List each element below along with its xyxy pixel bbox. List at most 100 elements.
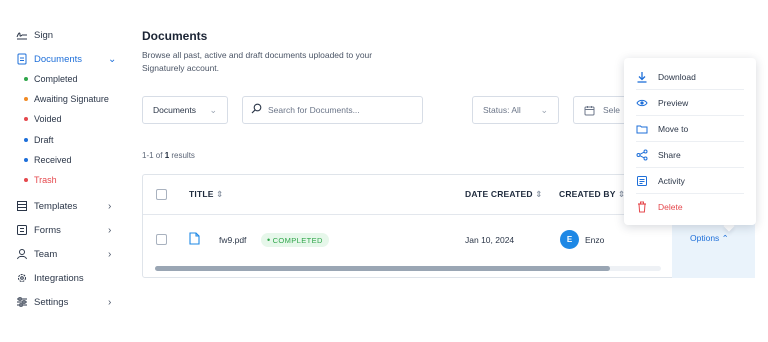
signature-icon bbox=[16, 29, 28, 41]
menu-item-delete[interactable]: Delete bbox=[636, 194, 744, 220]
options-label: Options bbox=[690, 233, 720, 243]
sidebar-subitem-label: Trash bbox=[34, 175, 57, 185]
menu-item-share[interactable]: Share bbox=[636, 142, 744, 168]
status-dot: • bbox=[267, 235, 271, 245]
status-dot bbox=[24, 138, 28, 142]
avatar: E bbox=[560, 230, 579, 249]
sidebar-item-label: Integrations bbox=[34, 272, 84, 284]
status-label: COMPLETED bbox=[272, 235, 323, 245]
chevron-right-icon: › bbox=[108, 224, 112, 236]
menu-item-label: Preview bbox=[658, 97, 689, 108]
sort-icon: ⇕ bbox=[216, 189, 224, 199]
sidebar-item-sign[interactable]: Sign bbox=[16, 25, 53, 45]
status-dot bbox=[24, 97, 28, 101]
form-icon bbox=[16, 224, 28, 236]
sidebar-item-team[interactable]: Team › bbox=[16, 244, 111, 264]
sidebar-item-label: Team bbox=[34, 248, 58, 260]
download-icon bbox=[636, 71, 648, 83]
column-header-created-by[interactable]: CREATED BY ⇕ bbox=[559, 189, 625, 200]
creator-name: Enzo bbox=[585, 235, 605, 245]
search-icon bbox=[251, 101, 262, 119]
sidebar-subitem-label: Awaiting Signature bbox=[34, 94, 109, 104]
sliders-icon bbox=[16, 296, 28, 308]
status-dot bbox=[24, 117, 28, 121]
file-name[interactable]: fw9.pdf bbox=[219, 235, 246, 245]
date-picker-value: Sele bbox=[603, 105, 621, 115]
activity-icon bbox=[636, 175, 648, 187]
menu-item-label: Activity bbox=[658, 175, 685, 186]
options-menu: Download Preview Move to Share Activity … bbox=[624, 58, 756, 225]
status-filter-dropdown[interactable]: Status: All ⌄ bbox=[472, 96, 559, 124]
menu-item-preview[interactable]: Preview bbox=[636, 90, 744, 116]
row-checkbox[interactable] bbox=[156, 234, 167, 245]
sidebar-subitem-trash[interactable]: Trash bbox=[24, 172, 57, 188]
gear-icon bbox=[16, 272, 28, 284]
sidebar-item-integrations[interactable]: Integrations bbox=[16, 268, 84, 288]
sidebar-subitem-label: Draft bbox=[34, 135, 54, 145]
trash-icon bbox=[636, 201, 648, 213]
file-icon bbox=[189, 232, 200, 250]
sidebar-item-label: Sign bbox=[34, 29, 54, 41]
results-range: 1-1 of bbox=[142, 151, 165, 160]
document-icon bbox=[16, 53, 28, 65]
chevron-right-icon: › bbox=[108, 200, 112, 212]
column-header-label: CREATED BY bbox=[559, 189, 616, 199]
page-subtitle: Browse all past, active and draft docume… bbox=[142, 50, 373, 73]
sidebar-item-label: Documents bbox=[34, 53, 83, 65]
sidebar-item-settings[interactable]: Settings › bbox=[16, 292, 111, 312]
column-header-label: DATE CREATED bbox=[465, 189, 533, 199]
sidebar-subitem-voided[interactable]: Voided bbox=[24, 111, 62, 127]
options-button[interactable]: Options ⌃ bbox=[690, 233, 729, 244]
chevron-right-icon: › bbox=[108, 248, 112, 260]
sidebar-subitem-draft[interactable]: Draft bbox=[24, 132, 54, 148]
user-icon bbox=[16, 248, 28, 260]
menu-item-label: Share bbox=[658, 149, 681, 160]
date-created: Jan 10, 2024 bbox=[465, 235, 515, 245]
menu-item-label: Delete bbox=[658, 202, 683, 212]
document-type-dropdown[interactable]: Documents ⌄ bbox=[142, 96, 228, 124]
status-dot bbox=[24, 178, 28, 182]
share-icon bbox=[636, 149, 648, 161]
chevron-up-icon: ⌃ bbox=[721, 233, 729, 243]
chevron-down-icon: ⌄ bbox=[540, 104, 548, 115]
sidebar-item-label: Settings bbox=[34, 296, 69, 308]
sidebar-subitem-label: Received bbox=[34, 155, 72, 165]
results-suffix: results bbox=[169, 151, 195, 160]
template-icon bbox=[16, 200, 28, 212]
menu-item-download[interactable]: Download bbox=[636, 64, 744, 90]
dropdown-value: Status: All bbox=[483, 105, 521, 115]
search-field[interactable] bbox=[242, 96, 423, 124]
sidebar-subitem-received[interactable]: Received bbox=[24, 152, 72, 168]
results-count: 1-1 of 1 results bbox=[142, 151, 195, 160]
horizontal-scrollbar[interactable] bbox=[155, 266, 661, 271]
sidebar-subitem-label: Completed bbox=[34, 74, 78, 84]
sort-icon: ⇕ bbox=[535, 189, 543, 199]
sidebar-subitem-label: Voided bbox=[34, 114, 62, 124]
scrollbar-thumb[interactable] bbox=[155, 266, 611, 271]
sidebar-subitem-completed[interactable]: Completed bbox=[24, 71, 78, 87]
folder-icon bbox=[636, 123, 648, 135]
calendar-icon bbox=[584, 105, 595, 116]
dropdown-value: Documents bbox=[153, 105, 196, 115]
search-input[interactable] bbox=[268, 105, 414, 115]
menu-item-activity[interactable]: Activity bbox=[636, 168, 744, 194]
status-badge: • COMPLETED bbox=[261, 233, 329, 247]
column-header-date-created[interactable]: DATE CREATED ⇕ bbox=[465, 189, 543, 200]
status-dot bbox=[24, 77, 28, 81]
sidebar-item-forms[interactable]: Forms › bbox=[16, 220, 111, 240]
chevron-down-icon: ⌄ bbox=[108, 53, 117, 65]
sidebar: Sign Documents ⌄ Completed Awaiting Sign… bbox=[0, 0, 128, 342]
sidebar-subitem-awaiting-signature[interactable]: Awaiting Signature bbox=[24, 91, 109, 107]
status-dot bbox=[24, 158, 28, 162]
select-all-checkbox[interactable] bbox=[156, 189, 167, 200]
page-title: Documents bbox=[142, 29, 208, 43]
chevron-down-icon: ⌄ bbox=[209, 104, 217, 115]
chevron-right-icon: › bbox=[108, 296, 112, 308]
sidebar-item-label: Templates bbox=[34, 200, 78, 212]
menu-item-label: Download bbox=[658, 71, 696, 82]
eye-icon bbox=[636, 97, 648, 109]
sidebar-item-templates[interactable]: Templates › bbox=[16, 196, 111, 216]
sidebar-item-documents[interactable]: Documents ⌄ bbox=[16, 49, 116, 69]
menu-item-move-to[interactable]: Move to bbox=[636, 116, 744, 142]
column-header-title[interactable]: TITLE ⇕ bbox=[189, 189, 224, 200]
